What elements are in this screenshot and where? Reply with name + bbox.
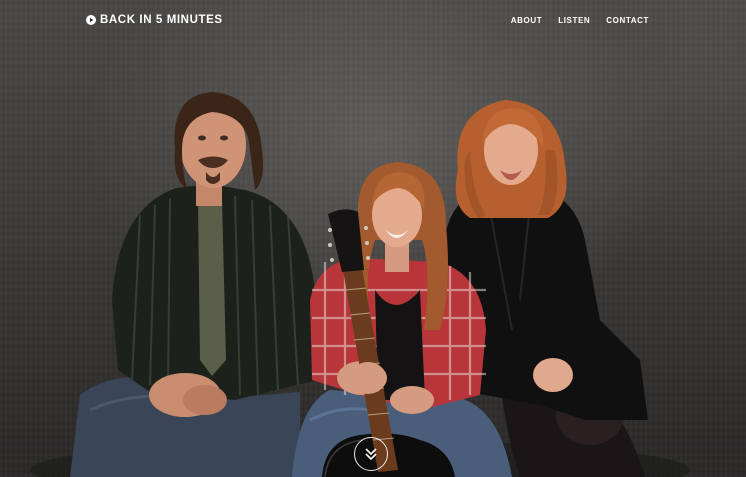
scroll-down-button[interactable] <box>354 437 388 471</box>
top-bar: BACK IN 5 MINUTES ABOUT LISTEN CONTACT <box>0 0 746 42</box>
person-left <box>70 92 318 477</box>
nav-link-about[interactable]: ABOUT <box>511 16 542 25</box>
hero-section: BACK IN 5 MINUTES ABOUT LISTEN CONTACT <box>0 0 746 477</box>
play-circle-icon <box>86 15 96 25</box>
nav-link-contact[interactable]: CONTACT <box>606 16 649 25</box>
main-nav: ABOUT LISTEN CONTACT <box>511 16 649 25</box>
double-chevron-down-icon <box>365 448 377 461</box>
brand-label: BACK IN 5 MINUTES <box>100 14 223 26</box>
brand-link[interactable]: BACK IN 5 MINUTES <box>86 14 223 26</box>
nav-link-listen[interactable]: LISTEN <box>558 16 590 25</box>
band-photo <box>30 92 690 477</box>
